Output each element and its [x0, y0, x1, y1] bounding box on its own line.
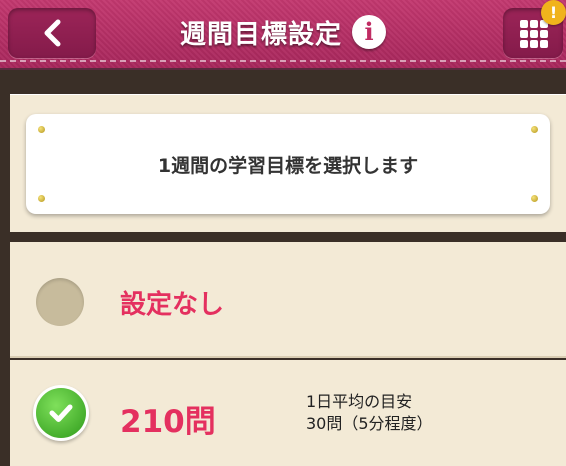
title-area: 週間目標設定 i	[0, 12, 566, 52]
option-note: 1日平均の目安 30問（5分程度）	[306, 391, 433, 435]
section-divider	[10, 232, 566, 242]
option-no-goal[interactable]: 設定なし	[10, 242, 566, 358]
page-title: 週間目標設定	[179, 19, 342, 50]
note-line: 1日平均の目安	[306, 392, 413, 411]
grid-menu-icon	[520, 20, 548, 48]
option-210[interactable]: 210問 1日平均の目安 30問（5分程度）	[10, 360, 566, 466]
alert-badge-icon: !	[541, 0, 566, 25]
option-label: 210問	[120, 404, 216, 440]
app-header: 週間目標設定 i !	[0, 0, 566, 70]
pin-icon	[38, 195, 45, 202]
check-icon	[36, 388, 86, 438]
pin-icon	[531, 195, 538, 202]
option-label: 設定なし	[120, 290, 225, 320]
pin-icon	[531, 126, 538, 133]
intro-text: 1週間の学習目標を選択します	[157, 154, 419, 177]
info-icon[interactable]: i	[352, 15, 386, 49]
pin-icon	[38, 126, 45, 133]
radio-unselected-icon	[36, 278, 84, 326]
note-line: 30問（5分程度）	[306, 414, 433, 433]
intro-panel: 1週間の学習目標を選択します	[10, 94, 566, 232]
intro-card: 1週間の学習目標を選択します	[26, 114, 550, 214]
